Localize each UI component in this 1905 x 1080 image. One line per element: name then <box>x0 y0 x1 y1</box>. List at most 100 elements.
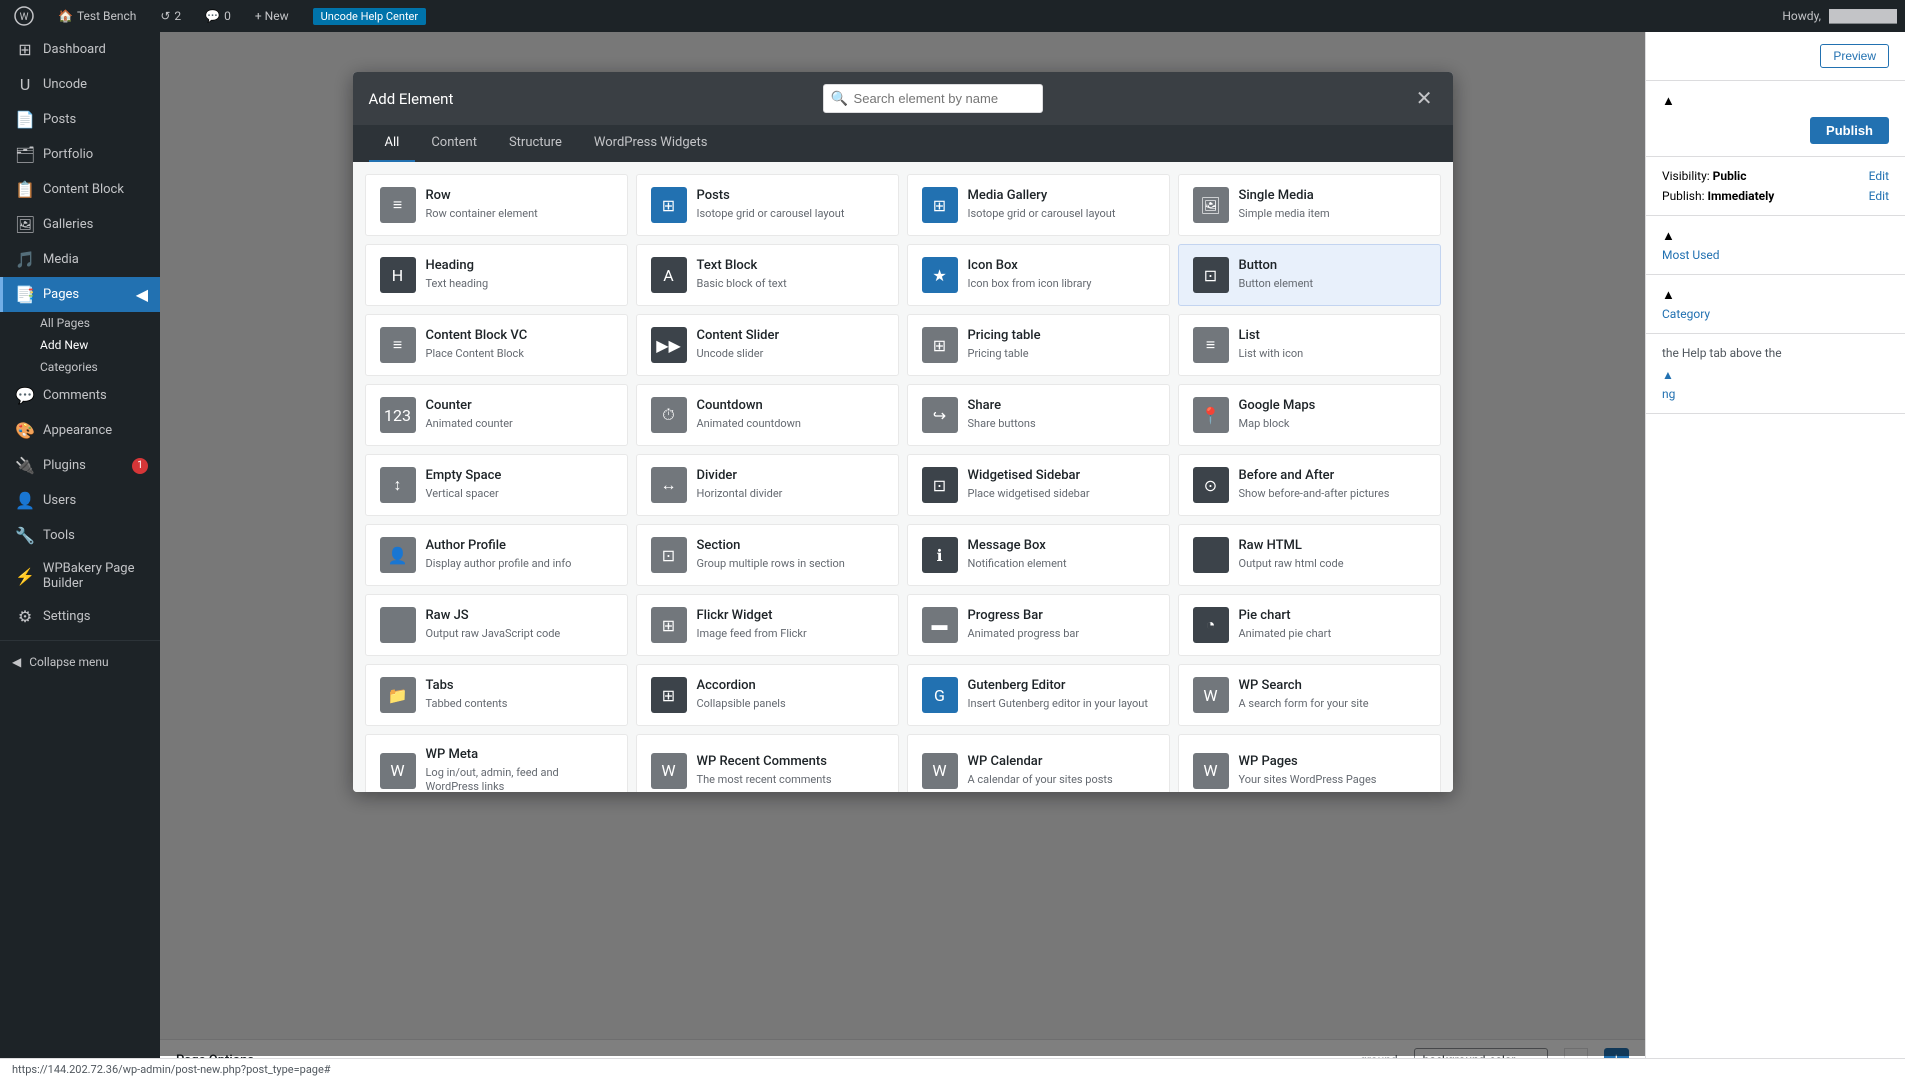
sidebar-item-posts[interactable]: 📄 Posts <box>0 102 160 137</box>
element-item[interactable]: ◔ Pie chart Animated pie chart <box>1178 594 1441 656</box>
element-item[interactable]: 📍 Google Maps Map block <box>1178 384 1441 446</box>
admin-bar-updates[interactable]: ↺ 2 <box>154 0 187 32</box>
sidebar-item-users[interactable]: 👤 Users <box>0 483 160 518</box>
element-item[interactable]: ⊞ Posts Isotope grid or carousel layout <box>636 174 899 236</box>
sidebar-item-wpbakery[interactable]: ⚡ WPBakery Page Builder <box>0 553 160 599</box>
sidebar-sub-all-pages[interactable]: All Pages <box>0 312 160 334</box>
element-desc: Animated countdown <box>697 417 884 431</box>
element-item[interactable]: ↪ Share Share buttons <box>907 384 1170 446</box>
element-desc: Icon box from icon library <box>968 277 1155 291</box>
sidebar-item-galleries[interactable]: 🖼 Galleries <box>0 207 160 242</box>
status-url: https://144.202.72.36/wp-admin/post-new.… <box>12 1063 331 1076</box>
sidebar-item-tools[interactable]: 🔧 Tools <box>0 518 160 553</box>
visibility-edit-link[interactable]: Edit <box>1869 169 1889 183</box>
element-desc: A calendar of your sites posts <box>968 773 1155 787</box>
element-item[interactable]: ⊞ Media Gallery Isotope grid or carousel… <box>907 174 1170 236</box>
element-item[interactable]: ↕ Empty Space Vertical spacer <box>365 454 628 516</box>
tab-all[interactable]: All <box>369 125 416 162</box>
element-item[interactable]: ⊡ Widgetised Sidebar Place widgetised si… <box>907 454 1170 516</box>
tab-content[interactable]: Content <box>415 125 493 162</box>
element-name: Button <box>1239 258 1426 275</box>
element-item[interactable]: W WP Calendar A calendar of your sites p… <box>907 734 1170 792</box>
element-item[interactable]: ≡ Row Row container element <box>365 174 628 236</box>
sidebar-collapse[interactable]: ◀ Collapse menu <box>0 647 160 677</box>
element-item[interactable]: ℹ Message Box Notification element <box>907 524 1170 586</box>
admin-bar-right: Howdy, ████████ <box>1782 9 1897 23</box>
most-used-header[interactable]: ▲ <box>1662 228 1889 244</box>
admin-bar-site[interactable]: 🏠 Test Bench <box>52 0 142 32</box>
element-item[interactable]: ⊡ Button Button element <box>1178 244 1441 306</box>
element-icon: ℹ <box>922 537 958 573</box>
sidebar-item-portfolio[interactable]: 🗂 Portfolio <box>0 137 160 172</box>
publish-time-edit-link[interactable]: Edit <box>1869 189 1889 203</box>
right-panel-visibility: Visibility: Public Edit Publish: Immedia… <box>1646 157 1905 216</box>
sidebar-sub-add-new[interactable]: Add New <box>0 334 160 356</box>
element-item[interactable]: ▶▶ Content Slider Uncode slider <box>636 314 899 376</box>
tab-wp-widgets[interactable]: WordPress Widgets <box>578 125 724 162</box>
sidebar-item-settings[interactable]: ⚙ Settings <box>0 599 160 634</box>
admin-bar-comments[interactable]: 💬 0 <box>199 0 237 32</box>
element-item[interactable]: ⊡ Section Group multiple rows in section <box>636 524 899 586</box>
sidebar-item-pages[interactable]: 📑 Pages ◀ <box>0 277 160 312</box>
tab-structure[interactable]: Structure <box>493 125 578 162</box>
element-item[interactable]: G Gutenberg Editor Insert Gutenberg edit… <box>907 664 1170 726</box>
modal-header: Add Element 🔍 ✕ <box>353 72 1453 125</box>
sidebar-item-plugins[interactable]: 🔌 Plugins 1 <box>0 448 160 483</box>
close-button[interactable]: ✕ <box>1412 85 1437 113</box>
element-item[interactable]: H Heading Text heading <box>365 244 628 306</box>
admin-bar-wp[interactable]: W <box>8 0 40 32</box>
element-item[interactable]: ★ Icon Box Icon box from icon library <box>907 244 1170 306</box>
element-icon: 📁 <box>380 677 416 713</box>
element-name: Divider <box>697 468 884 485</box>
element-desc: Place Content Block <box>426 347 613 361</box>
element-item[interactable]: W WP Recent Comments The most recent com… <box>636 734 899 792</box>
element-item[interactable]: W WP Search A search form for your site <box>1178 664 1441 726</box>
admin-bar: W 🏠 Test Bench ↺ 2 💬 0 + New Uncode Help… <box>0 0 1905 32</box>
element-item[interactable]: ⊞ Flickr Widget Image feed from Flickr <box>636 594 899 656</box>
right-panel: Preview ▲ Publish Visibility: Public Edi… <box>1645 32 1905 1080</box>
sidebar-sub-categories[interactable]: Categories <box>0 356 160 378</box>
element-grid: ≡ Row Row container element ⊞ Posts Isot… <box>353 162 1453 792</box>
search-input[interactable] <box>823 84 1043 113</box>
portfolio-icon: 🗂 <box>15 145 35 164</box>
element-item[interactable]: ↔ Divider Horizontal divider <box>636 454 899 516</box>
sidebar-item-media[interactable]: 🎵 Media <box>0 242 160 277</box>
element-icon: A <box>651 257 687 293</box>
element-item[interactable]: W WP Meta Log in/out, admin, feed and Wo… <box>365 734 628 792</box>
sidebar-item-uncode[interactable]: U Uncode <box>0 67 160 102</box>
admin-bar-uncode-help[interactable]: Uncode Help Center <box>307 0 433 32</box>
element-item[interactable]: 👤 Author Profile Display author profile … <box>365 524 628 586</box>
sidebar-item-content-block[interactable]: 📋 Content Block <box>0 172 160 207</box>
element-item[interactable]: A Text Block Basic block of text <box>636 244 899 306</box>
element-item[interactable]: ≡ Content Block VC Place Content Block <box>365 314 628 376</box>
element-item[interactable]: Raw HTML Output raw html code <box>1178 524 1441 586</box>
element-name: Content Slider <box>697 328 884 345</box>
svg-text:W: W <box>20 12 29 23</box>
element-name: Gutenberg Editor <box>968 678 1155 695</box>
element-desc: Output raw html code <box>1239 557 1426 571</box>
element-icon: ⏱ <box>651 397 687 433</box>
add-element-modal: Add Element 🔍 ✕ All Content Structure Wo… <box>353 72 1453 792</box>
right-panel-extra: the Help tab above the ▲ ng <box>1646 334 1905 414</box>
element-item[interactable]: ⊙ Before and After Show before-and-after… <box>1178 454 1441 516</box>
publish-button[interactable]: Publish <box>1810 117 1889 144</box>
element-name: WP Recent Comments <box>697 754 884 771</box>
element-item[interactable]: ▬ Progress Bar Animated progress bar <box>907 594 1170 656</box>
sidebar-item-dashboard[interactable]: ⊞ Dashboard <box>0 32 160 67</box>
element-icon: ≡ <box>1193 327 1229 363</box>
preview-button[interactable]: Preview <box>1820 44 1889 68</box>
element-item[interactable]: W WP Pages Your sites WordPress Pages <box>1178 734 1441 792</box>
element-desc: Map block <box>1239 417 1426 431</box>
element-item[interactable]: 123 Counter Animated counter <box>365 384 628 446</box>
element-item[interactable]: ⊞ Pricing table Pricing table <box>907 314 1170 376</box>
admin-bar-new[interactable]: + New <box>249 0 295 32</box>
element-item[interactable]: Raw JS Output raw JavaScript code <box>365 594 628 656</box>
element-item[interactable]: 🖼 Single Media Simple media item <box>1178 174 1441 236</box>
element-item[interactable]: ⊞ Accordion Collapsible panels <box>636 664 899 726</box>
element-item[interactable]: ≡ List List with icon <box>1178 314 1441 376</box>
sidebar-item-appearance[interactable]: 🎨 Appearance <box>0 413 160 448</box>
sidebar-item-comments[interactable]: 💬 Comments <box>0 378 160 413</box>
category-header[interactable]: ▲ <box>1662 287 1889 303</box>
element-item[interactable]: 📁 Tabs Tabbed contents <box>365 664 628 726</box>
element-item[interactable]: ⏱ Countdown Animated countdown <box>636 384 899 446</box>
